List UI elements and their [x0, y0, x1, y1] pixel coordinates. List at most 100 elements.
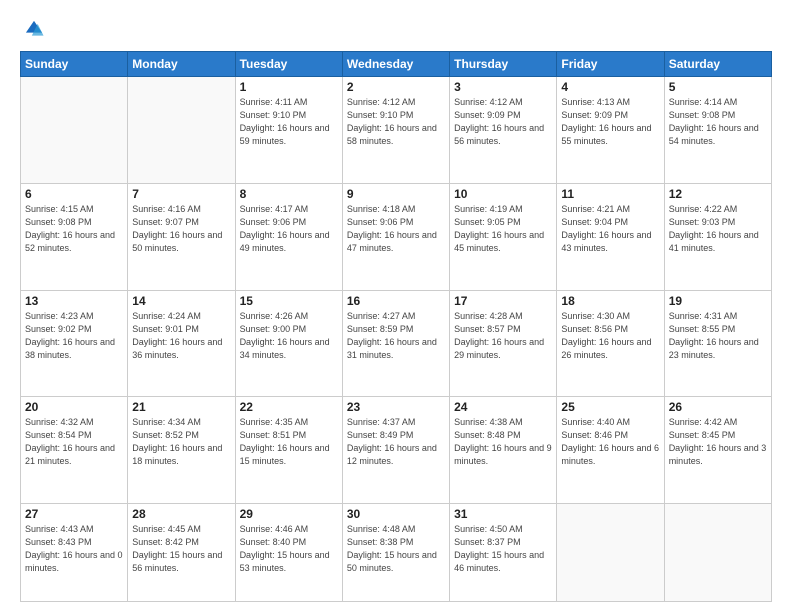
calendar-day-header: Monday [128, 52, 235, 77]
calendar-cell: 25 Sunrise: 4:40 AMSunset: 8:46 PMDayligh… [557, 397, 664, 504]
day-number: 27 [25, 507, 123, 521]
calendar-cell: 30 Sunrise: 4:48 AMSunset: 8:38 PMDayligh… [342, 504, 449, 602]
calendar-week-row: 13 Sunrise: 4:23 AMSunset: 9:02 PMDayligh… [21, 290, 772, 397]
calendar-cell: 5 Sunrise: 4:14 AMSunset: 9:08 PMDaylight… [664, 77, 771, 184]
day-info: Sunrise: 4:12 AMSunset: 9:09 PMDaylight:… [454, 96, 552, 148]
day-number: 23 [347, 400, 445, 414]
day-info: Sunrise: 4:12 AMSunset: 9:10 PMDaylight:… [347, 96, 445, 148]
day-number: 22 [240, 400, 338, 414]
day-info: Sunrise: 4:19 AMSunset: 9:05 PMDaylight:… [454, 203, 552, 255]
day-number: 6 [25, 187, 123, 201]
day-number: 11 [561, 187, 659, 201]
day-number: 19 [669, 294, 767, 308]
calendar-cell: 28Sunrise: 4:45 AMSunset: 8:42 PMDayligh… [128, 504, 235, 602]
day-info: Sunrise: 4:37 AMSunset: 8:49 PMDaylight:… [347, 416, 445, 468]
calendar-cell: 10 Sunrise: 4:19 AMSunset: 9:05 PMDayligh… [450, 183, 557, 290]
day-info: Sunrise: 4:46 AMSunset: 8:40 PMDaylight:… [240, 523, 338, 575]
day-number: 2 [347, 80, 445, 94]
calendar-cell [128, 77, 235, 184]
day-number: 28 [132, 507, 230, 521]
day-info: Sunrise: 4:26 AMSunset: 9:00 PMDaylight:… [240, 310, 338, 362]
calendar-cell: 18 Sunrise: 4:30 AMSunset: 8:56 PMDayligh… [557, 290, 664, 397]
day-number: 26 [669, 400, 767, 414]
calendar-day-header: Friday [557, 52, 664, 77]
calendar-cell: 16Sunrise: 4:27 AMSunset: 8:59 PMDayligh… [342, 290, 449, 397]
day-info: Sunrise: 4:22 AMSunset: 9:03 PMDaylight:… [669, 203, 767, 255]
day-number: 24 [454, 400, 552, 414]
day-info: Sunrise: 4:48 AMSunset: 8:38 PMDaylight:… [347, 523, 445, 575]
calendar-cell: 3 Sunrise: 4:12 AMSunset: 9:09 PMDaylight… [450, 77, 557, 184]
day-info: Sunrise: 4:11 AMSunset: 9:10 PMDaylight:… [240, 96, 338, 148]
day-info: Sunrise: 4:40 AMSunset: 8:46 PMDaylight:… [561, 416, 659, 468]
day-number: 1 [240, 80, 338, 94]
day-number: 15 [240, 294, 338, 308]
day-number: 18 [561, 294, 659, 308]
day-number: 7 [132, 187, 230, 201]
day-number: 5 [669, 80, 767, 94]
calendar-cell [557, 504, 664, 602]
calendar-cell: 17 Sunrise: 4:28 AMSunset: 8:57 PMDayligh… [450, 290, 557, 397]
day-info: Sunrise: 4:16 AMSunset: 9:07 PMDaylight:… [132, 203, 230, 255]
day-number: 17 [454, 294, 552, 308]
calendar-cell: 21 Sunrise: 4:34 AMSunset: 8:52 PMDayligh… [128, 397, 235, 504]
day-info: Sunrise: 4:24 AMSunset: 9:01 PMDaylight:… [132, 310, 230, 362]
day-number: 10 [454, 187, 552, 201]
calendar-day-header: Thursday [450, 52, 557, 77]
day-info: Sunrise: 4:15 AMSunset: 9:08 PMDaylight:… [25, 203, 123, 255]
calendar-cell: 24Sunrise: 4:38 AMSunset: 8:48 PMDayligh… [450, 397, 557, 504]
calendar-table: SundayMondayTuesdayWednesdayThursdayFrid… [20, 51, 772, 602]
calendar-cell: 13 Sunrise: 4:23 AMSunset: 9:02 PMDayligh… [21, 290, 128, 397]
day-info: Sunrise: 4:43 AMSunset: 8:43 PMDaylight:… [25, 523, 123, 575]
day-number: 9 [347, 187, 445, 201]
day-number: 14 [132, 294, 230, 308]
calendar-cell: 1 Sunrise: 4:11 AMSunset: 9:10 PMDaylight… [235, 77, 342, 184]
calendar-cell: 8Sunrise: 4:17 AMSunset: 9:06 PMDaylight… [235, 183, 342, 290]
day-info: Sunrise: 4:18 AMSunset: 9:06 PMDaylight:… [347, 203, 445, 255]
day-info: Sunrise: 4:13 AMSunset: 9:09 PMDaylight:… [561, 96, 659, 148]
calendar-week-row: 1 Sunrise: 4:11 AMSunset: 9:10 PMDaylight… [21, 77, 772, 184]
calendar-cell: 29 Sunrise: 4:46 AMSunset: 8:40 PMDayligh… [235, 504, 342, 602]
day-info: Sunrise: 4:14 AMSunset: 9:08 PMDaylight:… [669, 96, 767, 148]
calendar-cell: 4Sunrise: 4:13 AMSunset: 9:09 PMDaylight… [557, 77, 664, 184]
day-info: Sunrise: 4:34 AMSunset: 8:52 PMDaylight:… [132, 416, 230, 468]
calendar-cell: 11 Sunrise: 4:21 AMSunset: 9:04 PMDayligh… [557, 183, 664, 290]
calendar-day-header: Tuesday [235, 52, 342, 77]
day-info: Sunrise: 4:23 AMSunset: 9:02 PMDaylight:… [25, 310, 123, 362]
day-info: Sunrise: 4:35 AMSunset: 8:51 PMDaylight:… [240, 416, 338, 468]
calendar-cell: 14 Sunrise: 4:24 AMSunset: 9:01 PMDayligh… [128, 290, 235, 397]
calendar-cell [664, 504, 771, 602]
day-number: 21 [132, 400, 230, 414]
calendar-cell: 12 Sunrise: 4:22 AMSunset: 9:03 PMDayligh… [664, 183, 771, 290]
day-number: 29 [240, 507, 338, 521]
calendar-cell: 9 Sunrise: 4:18 AMSunset: 9:06 PMDaylight… [342, 183, 449, 290]
calendar-cell [21, 77, 128, 184]
day-info: Sunrise: 4:27 AMSunset: 8:59 PMDaylight:… [347, 310, 445, 362]
header [20, 18, 772, 45]
day-number: 30 [347, 507, 445, 521]
page: SundayMondayTuesdayWednesdayThursdayFrid… [0, 0, 792, 612]
day-info: Sunrise: 4:42 AMSunset: 8:45 PMDaylight:… [669, 416, 767, 468]
day-info: Sunrise: 4:32 AMSunset: 8:54 PMDaylight:… [25, 416, 123, 468]
day-number: 8 [240, 187, 338, 201]
day-info: Sunrise: 4:21 AMSunset: 9:04 PMDaylight:… [561, 203, 659, 255]
calendar-cell: 19 Sunrise: 4:31 AMSunset: 8:55 PMDayligh… [664, 290, 771, 397]
day-info: Sunrise: 4:50 AMSunset: 8:37 PMDaylight:… [454, 523, 552, 575]
day-info: Sunrise: 4:28 AMSunset: 8:57 PMDaylight:… [454, 310, 552, 362]
calendar-day-header: Sunday [21, 52, 128, 77]
calendar-week-row: 20Sunrise: 4:32 AMSunset: 8:54 PMDayligh… [21, 397, 772, 504]
day-info: Sunrise: 4:30 AMSunset: 8:56 PMDaylight:… [561, 310, 659, 362]
day-number: 25 [561, 400, 659, 414]
calendar-week-row: 27 Sunrise: 4:43 AMSunset: 8:43 PMDayligh… [21, 504, 772, 602]
day-number: 12 [669, 187, 767, 201]
calendar-cell: 2 Sunrise: 4:12 AMSunset: 9:10 PMDaylight… [342, 77, 449, 184]
day-number: 3 [454, 80, 552, 94]
calendar-cell: 15 Sunrise: 4:26 AMSunset: 9:00 PMDayligh… [235, 290, 342, 397]
calendar-week-row: 6 Sunrise: 4:15 AMSunset: 9:08 PMDaylight… [21, 183, 772, 290]
calendar-cell: 26 Sunrise: 4:42 AMSunset: 8:45 PMDayligh… [664, 397, 771, 504]
day-info: Sunrise: 4:31 AMSunset: 8:55 PMDaylight:… [669, 310, 767, 362]
day-number: 13 [25, 294, 123, 308]
calendar-cell: 31 Sunrise: 4:50 AMSunset: 8:37 PMDayligh… [450, 504, 557, 602]
calendar-header-row: SundayMondayTuesdayWednesdayThursdayFrid… [21, 52, 772, 77]
day-number: 31 [454, 507, 552, 521]
calendar-cell: 6 Sunrise: 4:15 AMSunset: 9:08 PMDaylight… [21, 183, 128, 290]
